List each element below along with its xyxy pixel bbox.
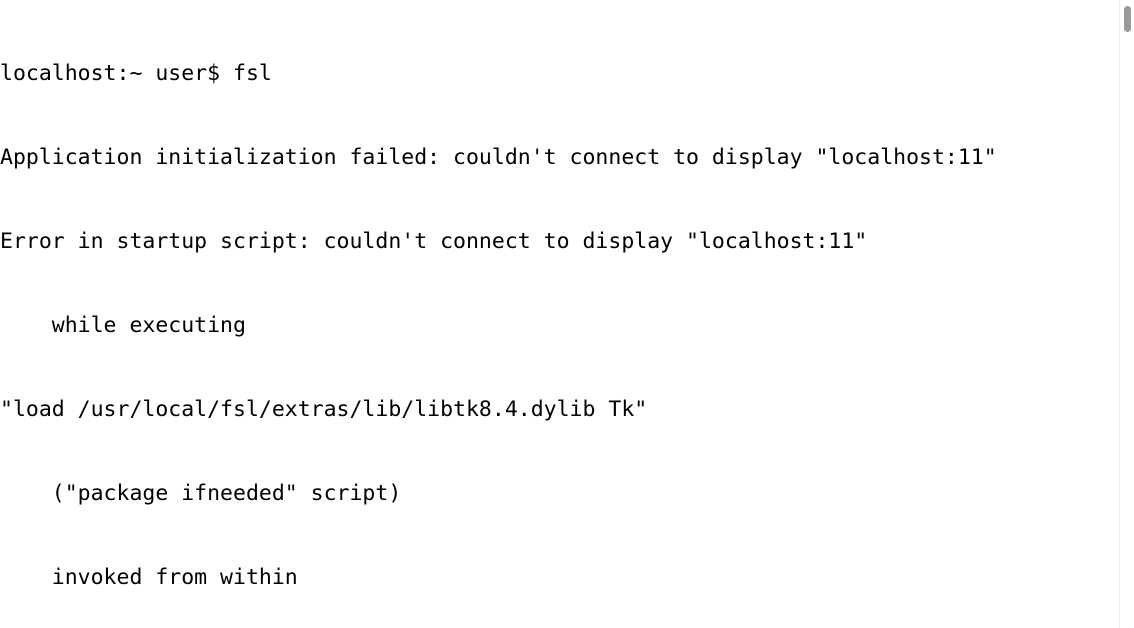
vertical-scrollbar[interactable] xyxy=(1119,0,1134,628)
terminal-line: Error in startup script: couldn't connec… xyxy=(0,229,868,254)
terminal-line: while executing xyxy=(0,313,246,338)
terminal-line: invoked from within xyxy=(0,565,298,590)
terminal-line: ("package ifneeded" script) xyxy=(0,481,402,506)
terminal-output[interactable]: localhost:~ user$ fsl Application initia… xyxy=(0,0,1110,628)
terminal-line: "load /usr/local/fsl/extras/lib/libtk8.4… xyxy=(0,397,648,422)
scrollbar-thumb[interactable] xyxy=(1124,6,1131,32)
terminal-line: Application initialization failed: could… xyxy=(0,145,997,170)
terminal-line: localhost:~ user$ fsl xyxy=(0,61,272,86)
terminal-window: localhost:~ user$ fsl Application initia… xyxy=(0,0,1134,628)
